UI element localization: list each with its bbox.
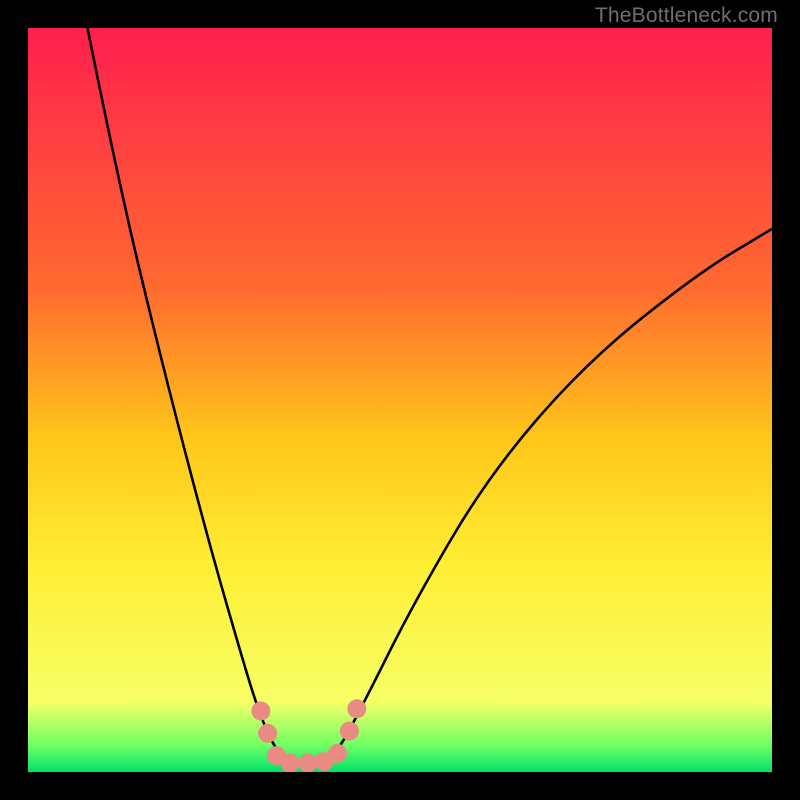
gradient-background [28,28,772,772]
highlight-dot [328,744,347,763]
highlight-dot [347,699,366,718]
chart-svg [28,28,772,772]
highlight-dot [258,724,277,743]
highlight-dot [298,754,317,772]
highlight-dot [340,722,359,741]
highlight-dot [251,701,270,720]
chart-plot-area [28,28,772,772]
highlight-dot [280,754,299,772]
chart-frame: TheBottleneck.com [0,0,800,800]
watermark-text: TheBottleneck.com [595,4,778,28]
